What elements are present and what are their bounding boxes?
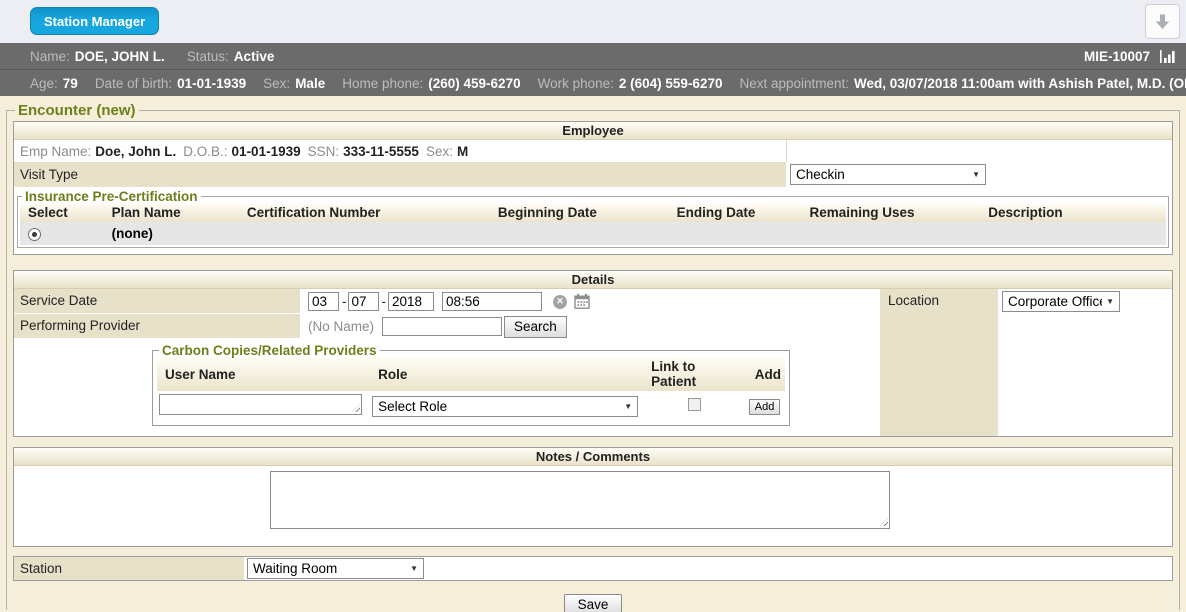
employee-info: Emp Name:Doe, John L.D.O.B.:01-01-1939SS… [14,144,786,159]
link-to-patient-checkbox[interactable] [688,398,701,411]
clear-date-icon[interactable]: ✕ [553,295,567,309]
precert-col-end-date: Ending Date [669,204,802,222]
chevron-down-icon: ▼ [1106,297,1114,306]
patient-name: DOE, JOHN L. [75,49,165,64]
page-content: Encounter (new) Employee Emp Name:Doe, J… [0,96,1186,612]
name-label: Name: [30,49,70,64]
date-separator: - [342,294,347,309]
performing-provider-current: (No Name) [308,319,374,334]
encounter-fieldset: Encounter (new) Employee Emp Name:Doe, J… [6,102,1180,610]
precert-row: (none) [20,222,1166,245]
chevron-down-icon: ▼ [972,170,980,179]
precert-cert-number [239,222,490,245]
precert-remaining-uses [802,222,981,245]
precert-table: Select Plan Name Certification Number Be… [20,204,1166,245]
performing-provider-row: Performing Provider (No Name) Search [14,314,880,339]
bar-chart-icon[interactable] [1159,49,1176,64]
employee-info-spacer [786,140,1172,162]
carbon-copies-row: Select Role ▼ Add [157,391,785,419]
record-id: MIE-10007 [1084,49,1150,64]
demo-sex: Sex: Male [263,76,325,91]
download-button[interactable] [1145,4,1180,39]
role-select[interactable]: Select Role ▼ [372,396,638,417]
date-separator: - [382,294,387,309]
visit-type-label: Visit Type [14,162,786,187]
demographics-bar: Age: 79 Date of birth: 01-01-1939 Sex: M… [0,69,1186,96]
cc-col-add: Add [747,358,785,391]
calendar-icon[interactable] [574,294,590,309]
employee-header: Employee [14,122,1172,140]
encounter-legend: Encounter (new) [15,102,139,119]
demo-dob: Date of birth: 01-01-1939 [95,76,246,91]
status-value: Active [234,49,275,64]
station-select[interactable]: Waiting Room ▼ [247,558,424,579]
precert-begin-date [490,222,669,245]
notes-textarea[interactable] [270,471,890,529]
service-time-input[interactable] [442,292,542,311]
location-label: Location [880,289,998,436]
notes-section: Notes / Comments [13,447,1173,547]
visit-type-select[interactable]: Checkin ▼ [790,164,986,185]
details-header: Details [14,271,1172,289]
demo-age: Age: 79 [30,76,78,91]
notes-header: Notes / Comments [14,448,1172,466]
service-date-row: Service Date - - ✕ [14,289,880,314]
chevron-down-icon: ▼ [410,564,418,573]
provider-search-input[interactable] [382,317,502,336]
performing-provider-label: Performing Provider [14,314,300,339]
location-select[interactable]: Corporate Office ▼ [1002,291,1120,312]
service-date-day-input[interactable] [348,292,379,311]
chevron-down-icon: ▼ [624,402,632,411]
precert-col-remaining: Remaining Uses [802,204,981,222]
demo-next-appointment: Next appointment: Wed, 03/07/2018 11:00a… [739,76,1186,91]
precert-plan-name: (none) [104,222,239,245]
status-label: Status: [187,49,229,64]
precert-col-select: Select [20,204,104,222]
provider-search-button[interactable]: Search [504,316,567,338]
precert-select-radio[interactable] [28,228,41,241]
service-date-label: Service Date [14,289,300,314]
precert-col-description: Description [980,204,1166,222]
station-label: Station [14,557,244,580]
cc-col-role: Role [370,358,643,391]
service-date-year-input[interactable] [388,292,434,311]
carbon-copies-table: User Name Role Link to Patient Add [157,358,785,419]
precert-col-begin-date: Beginning Date [490,204,669,222]
precert-legend: Insurance Pre-Certification [22,189,201,204]
patient-bar: Name: DOE, JOHN L. Status: Active MIE-10… [0,43,1186,69]
precert-col-plan-name: Plan Name [104,204,239,222]
station-section: Station Waiting Room ▼ [13,556,1173,581]
precert-fieldset: Insurance Pre-Certification Select Plan … [17,189,1169,248]
service-date-month-input[interactable] [308,292,339,311]
cc-col-user-name: User Name [157,358,370,391]
demo-home-phone: Home phone: (260) 459-6270 [342,76,520,91]
precert-description [980,222,1166,245]
details-section: Details Service Date - - ✕ [13,270,1173,437]
precert-end-date [669,222,802,245]
save-button[interactable]: Save [564,594,623,612]
download-icon [1153,12,1172,31]
demo-work-phone: Work phone: 2 (604) 559-6270 [538,76,723,91]
visit-type-row: Visit Type Checkin ▼ [14,162,1172,187]
carbon-copies-legend: Carbon Copies/Related Providers [159,343,380,358]
carbon-copies-fieldset: Carbon Copies/Related Providers User Nam… [152,343,790,426]
cc-col-link-to-patient: Link to Patient [643,358,747,391]
employee-info-row: Emp Name:Doe, John L.D.O.B.:01-01-1939SS… [14,140,1172,162]
top-app-bar: Station Manager [0,0,1186,43]
user-name-input[interactable] [159,394,362,415]
add-provider-button[interactable]: Add [749,399,781,415]
employee-section: Employee Emp Name:Doe, John L.D.O.B.:01-… [13,121,1173,255]
station-manager-button[interactable]: Station Manager [30,7,159,35]
precert-col-cert-number: Certification Number [239,204,490,222]
